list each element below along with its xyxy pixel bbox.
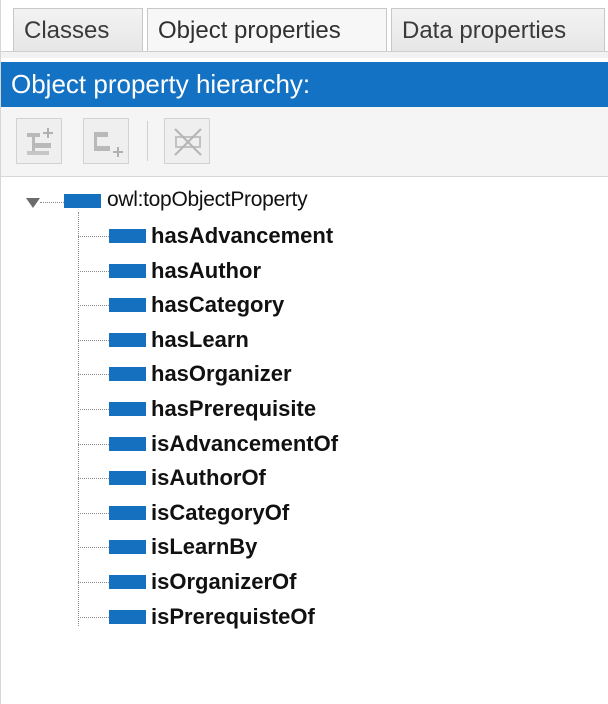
tree-item[interactable]: hasCategory <box>78 288 578 322</box>
tree-item[interactable]: isOrganizerOf <box>78 565 578 599</box>
object-property-icon <box>109 333 146 347</box>
tree-item-label: hasLearn <box>151 327 249 352</box>
add-sibling-property-icon <box>94 132 123 157</box>
toolbar-separator <box>147 121 148 161</box>
tree-item-label: isOrganizerOf <box>151 569 297 594</box>
tree-item-label: isCategoryOf <box>151 500 290 525</box>
object-property-icon <box>64 194 101 208</box>
tree-connector <box>40 202 64 203</box>
tab-classes[interactable]: Classes <box>13 8 143 52</box>
tree-item-label: isAdvancementOf <box>151 431 339 456</box>
delete-property-button[interactable] <box>164 118 210 164</box>
tree-item[interactable]: isAuthorOf <box>78 461 578 495</box>
object-property-icon <box>109 367 146 381</box>
tree-root-label[interactable]: owl:topObjectProperty <box>107 183 308 217</box>
tree-item[interactable]: isAdvancementOf <box>78 427 578 461</box>
tab-divider <box>1 51 608 58</box>
object-property-hierarchy-view: Classes Object properties Data propertie… <box>0 0 608 704</box>
tree-connector <box>78 547 109 548</box>
tree-item-label: hasAdvancement <box>151 223 334 248</box>
add-sub-property-icon <box>27 128 53 155</box>
object-property-icon <box>109 402 146 416</box>
tree-item[interactable]: hasLearn <box>78 323 578 357</box>
add-sub-property-button[interactable] <box>16 118 62 164</box>
object-property-icon <box>109 575 146 589</box>
collapse-triangle-icon[interactable] <box>25 195 41 211</box>
tab-bar: Classes Object properties Data propertie… <box>1 0 608 58</box>
object-property-icon <box>109 264 146 278</box>
tree-connector <box>78 271 109 272</box>
object-property-icon <box>109 437 146 451</box>
tab-data-properties[interactable]: Data properties <box>391 8 605 52</box>
tree-connector <box>78 374 109 375</box>
tree-item[interactable]: hasAuthor <box>78 254 578 288</box>
tree-connector <box>78 409 109 410</box>
object-property-icon <box>109 471 146 485</box>
toolbar <box>1 107 608 177</box>
tree-item-label: hasAuthor <box>151 258 261 283</box>
tree-item-label: hasOrganizer <box>151 361 292 386</box>
tree-item-label: isLearnBy <box>151 534 258 559</box>
tree-connector <box>78 617 109 618</box>
object-property-icon <box>109 229 146 243</box>
tree-connector <box>78 444 109 445</box>
tree-item-label: hasCategory <box>151 292 285 317</box>
tab-object-properties[interactable]: Object properties <box>147 8 387 52</box>
tree-connector <box>78 478 109 479</box>
tree-item[interactable]: hasPrerequisite <box>78 392 578 426</box>
tree-item[interactable]: isLearnBy <box>78 530 578 564</box>
tree-connector <box>78 236 109 237</box>
object-property-icon <box>109 610 146 624</box>
tree-connector <box>78 582 109 583</box>
object-property-icon <box>109 506 146 520</box>
view-title: Object property hierarchy: <box>1 62 608 107</box>
tree-item-label: isPrerequisteOf <box>151 604 315 629</box>
tree-connector <box>78 513 109 514</box>
tree-item-label: isAuthorOf <box>151 465 266 490</box>
tree-item[interactable]: isPrerequisteOf <box>78 600 578 634</box>
tree-item[interactable]: hasAdvancement <box>78 219 578 253</box>
object-property-icon <box>109 298 146 312</box>
delete-property-icon <box>174 128 202 156</box>
object-property-icon <box>109 540 146 554</box>
tree-item-label: hasPrerequisite <box>151 396 317 421</box>
tree-connector <box>78 305 109 306</box>
tree-item[interactable]: isCategoryOf <box>78 496 578 530</box>
tree-connector <box>78 340 109 341</box>
tree-item[interactable]: hasOrganizer <box>78 357 578 391</box>
add-sibling-property-button[interactable] <box>83 118 129 164</box>
